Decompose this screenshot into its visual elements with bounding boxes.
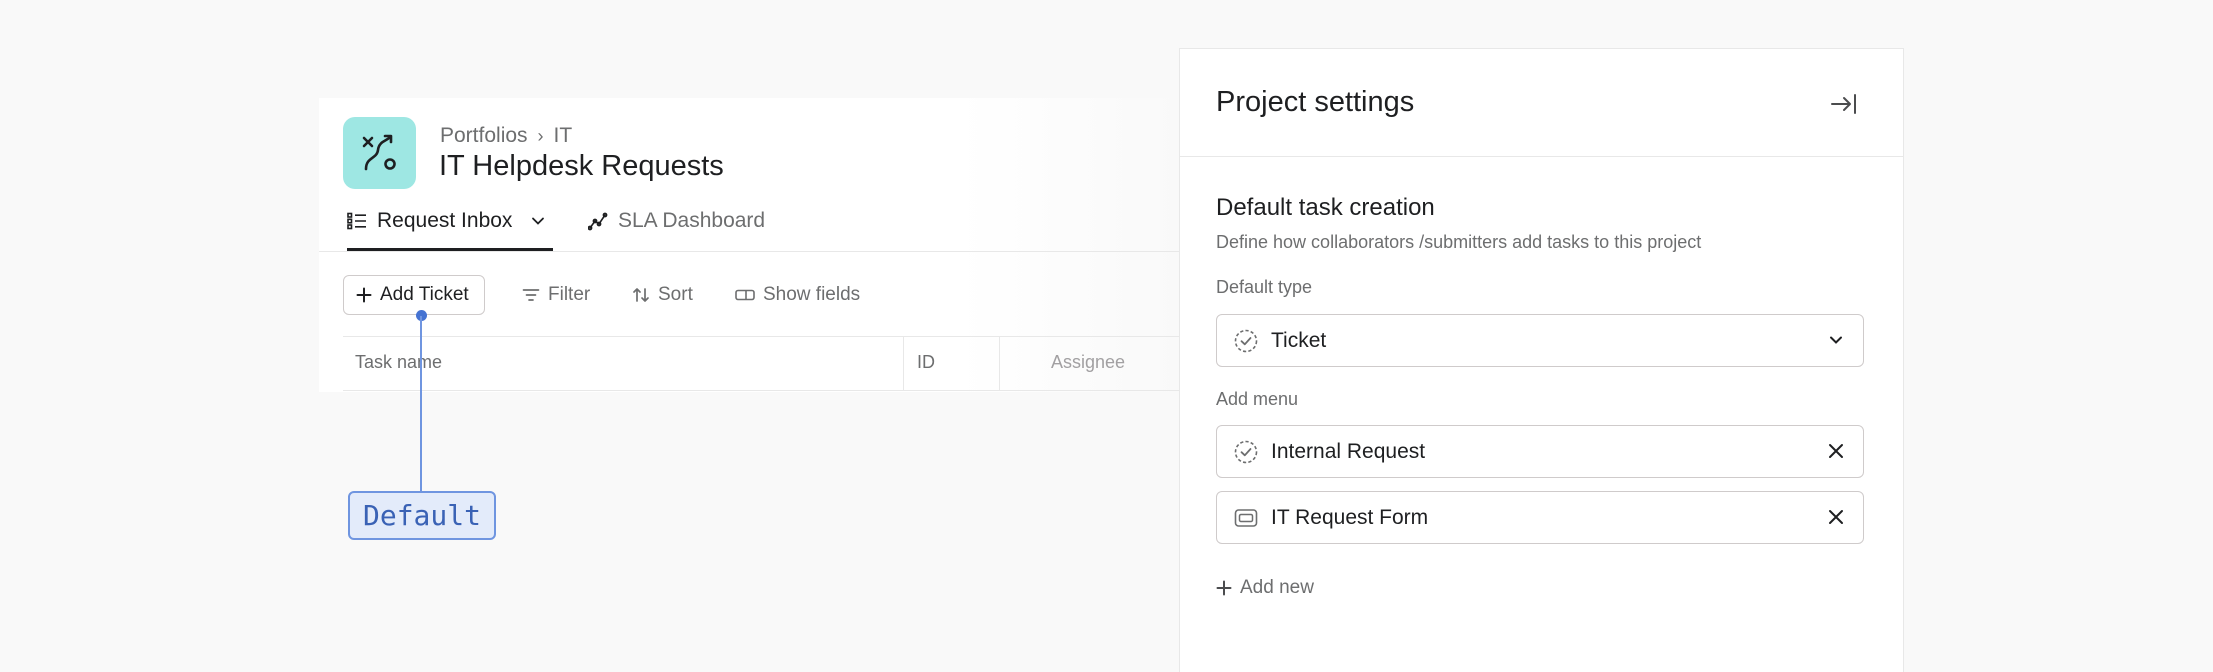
- sort-label: Sort: [658, 284, 693, 305]
- breadcrumb: Portfolios › IT: [440, 124, 572, 148]
- panel-title: Project settings: [1216, 86, 1415, 118]
- callout-leader-line: [420, 316, 422, 492]
- sort-icon: [633, 288, 649, 302]
- tab-request-inbox-label: Request Inbox: [377, 209, 513, 232]
- add-menu-item-label: Internal Request: [1271, 439, 1426, 463]
- section-description: Define how collaborators /submitters add…: [1216, 232, 1702, 252]
- show-fields-label: Show fields: [763, 284, 861, 305]
- tabs-divider: [319, 251, 1179, 252]
- collapse-panel-button[interactable]: [1829, 89, 1859, 119]
- project-icon[interactable]: [343, 117, 416, 189]
- filter-icon: [522, 289, 540, 301]
- filter-label: Filter: [548, 284, 591, 305]
- add-menu-item-label: IT Request Form: [1271, 505, 1429, 529]
- plus-icon: [356, 287, 372, 303]
- filter-button[interactable]: Filter: [522, 275, 590, 315]
- tab-sla-dashboard[interactable]: SLA Dashboard: [588, 206, 765, 236]
- show-fields-button[interactable]: Show fields: [735, 275, 860, 315]
- ticket-type-icon: [1234, 329, 1258, 352]
- add-ticket-label: Add Ticket: [380, 284, 469, 305]
- column-separator[interactable]: [999, 337, 1000, 390]
- form-icon: [1234, 508, 1258, 527]
- check-circle-dashed-icon: [1234, 440, 1258, 463]
- column-separator[interactable]: [903, 337, 904, 390]
- toggle-fields-icon: [735, 289, 755, 301]
- project-settings-panel: Project settings Default task creation D…: [1179, 48, 1904, 672]
- add-ticket-button[interactable]: Add Ticket: [343, 275, 485, 315]
- breadcrumb-separator: ›: [537, 125, 544, 146]
- callout-label-default: Default: [348, 491, 496, 540]
- sort-button[interactable]: Sort: [632, 275, 693, 315]
- add-menu-item-it-request-form[interactable]: IT Request Form: [1216, 491, 1864, 544]
- default-type-select[interactable]: Ticket: [1216, 314, 1864, 367]
- tab-request-inbox[interactable]: Request Inbox: [347, 206, 548, 236]
- collapse-right-icon: [1831, 94, 1856, 114]
- add-menu-item-internal-request[interactable]: Internal Request: [1216, 425, 1864, 478]
- project-title: IT Helpdesk Requests: [439, 150, 724, 182]
- breadcrumb-it[interactable]: IT: [554, 124, 573, 148]
- close-icon[interactable]: [1825, 506, 1847, 528]
- panel-divider: [1180, 156, 1903, 157]
- close-icon[interactable]: [1825, 440, 1847, 462]
- column-header-id[interactable]: ID: [917, 352, 935, 373]
- plus-icon: [1216, 580, 1232, 596]
- chevron-down-icon[interactable]: [528, 211, 548, 231]
- add-menu-label: Add menu: [1216, 389, 1299, 409]
- column-header-assignee[interactable]: Assignee: [1051, 352, 1125, 373]
- chevron-down-icon: [1830, 336, 1842, 344]
- column-header-task-name[interactable]: Task name: [355, 352, 442, 373]
- add-new-label: Add new: [1240, 577, 1314, 598]
- tab-sla-dashboard-label: SLA Dashboard: [618, 209, 766, 232]
- default-type-value: Ticket: [1271, 328, 1327, 352]
- list-icon: [347, 212, 366, 230]
- default-type-label: Default type: [1216, 277, 1313, 297]
- section-title: Default task creation: [1216, 194, 1435, 221]
- table-header-top-border: [343, 336, 1179, 337]
- add-new-button[interactable]: Add new: [1216, 577, 1314, 599]
- table-header-bottom-border: [343, 390, 1179, 391]
- line-chart-icon: [588, 212, 608, 231]
- breadcrumb-portfolios[interactable]: Portfolios: [440, 124, 528, 148]
